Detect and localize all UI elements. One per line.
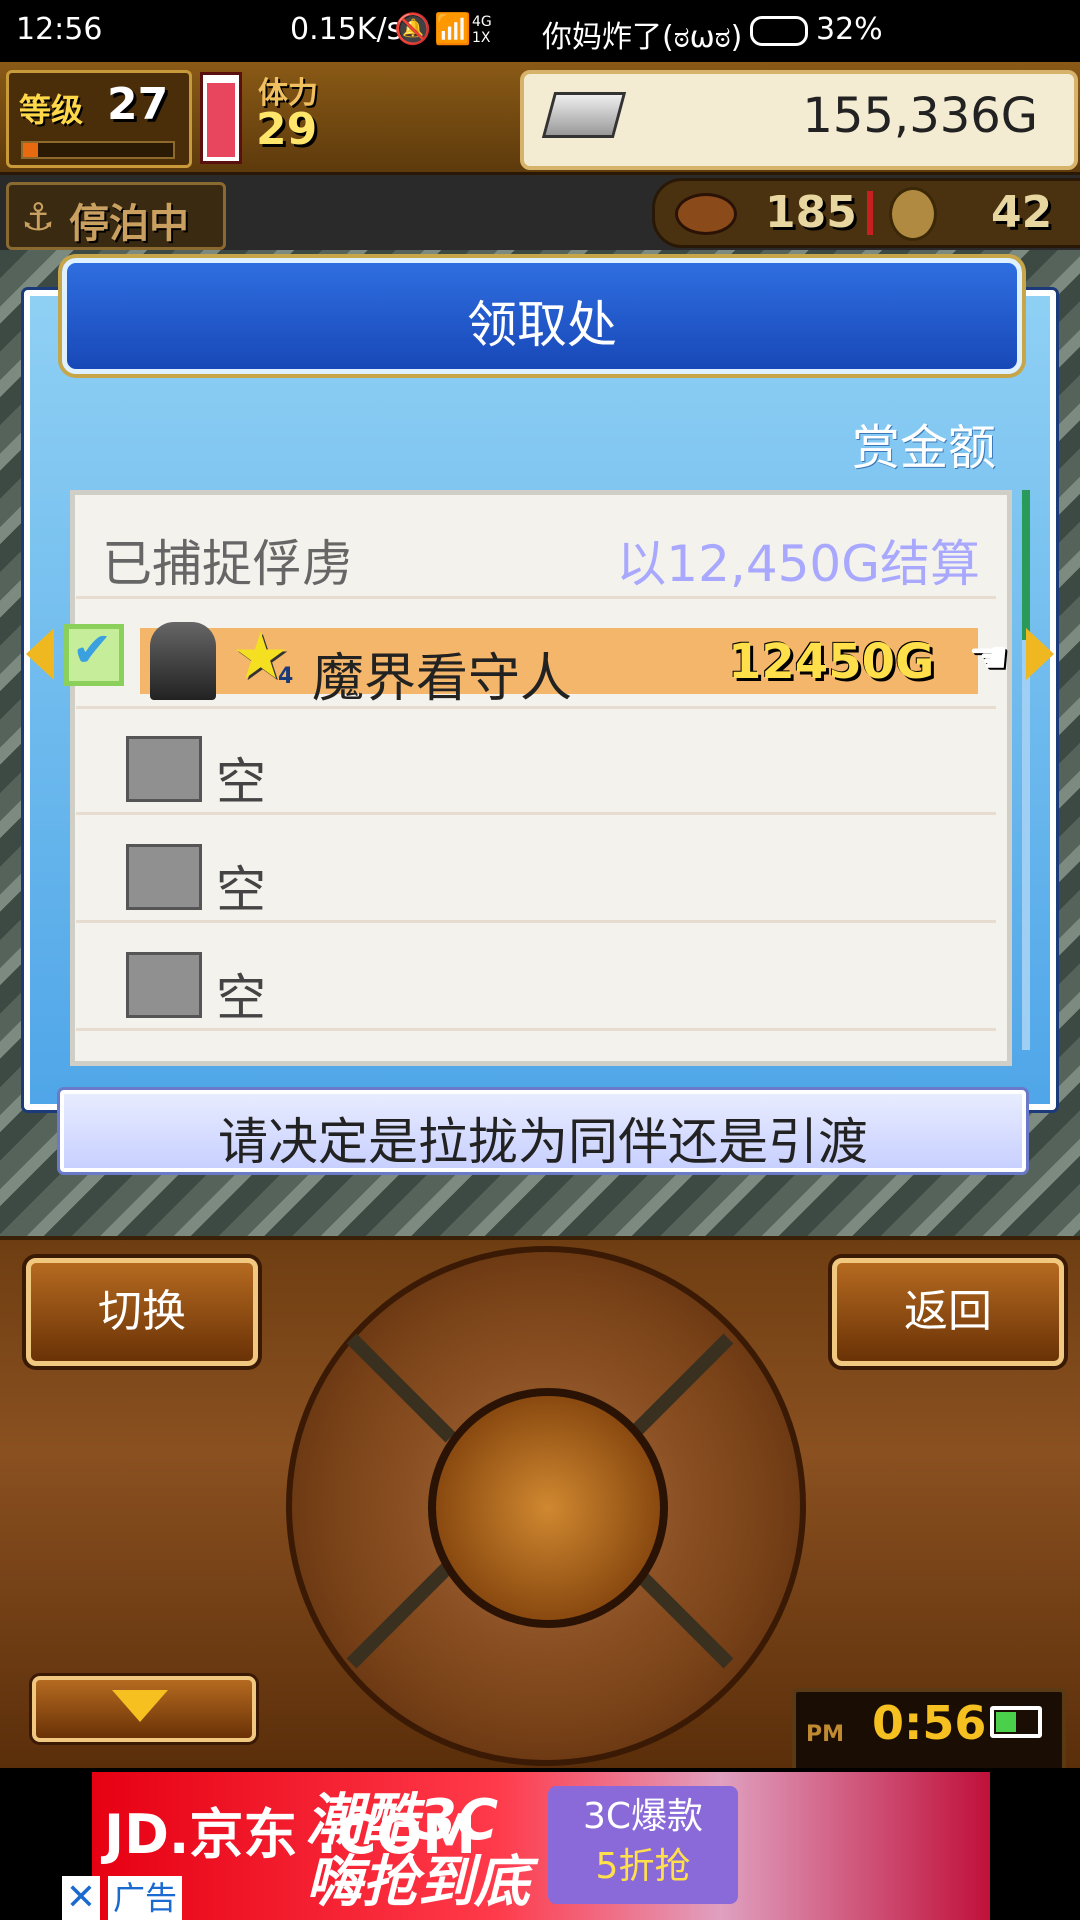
level-label: 等级 xyxy=(19,91,84,129)
message-text: 请决定是拉拢为同伴还是引渡 xyxy=(218,1113,868,1171)
network-type: 4G 1X xyxy=(472,14,492,46)
prisoner-name: 魔界看守人 xyxy=(312,649,573,709)
ad-slogan: 潮酷3C 嗨抢到底 xyxy=(306,1788,530,1915)
row-divider xyxy=(76,1028,996,1031)
empty-slot-checkbox[interactable] xyxy=(126,952,202,1018)
ad-promo-box: 3C爆款 5折抢 xyxy=(548,1786,738,1904)
bounty-column-header: 赏金额 xyxy=(851,420,996,476)
empty-slot-checkbox[interactable] xyxy=(126,844,202,910)
mute-icon: 🔕 xyxy=(394,12,432,47)
ad-close-button[interactable]: ✕ xyxy=(62,1876,100,1920)
gold-panel: 155,336G xyxy=(520,70,1078,170)
level-value: 27 xyxy=(107,79,169,130)
settlement-total: 以12,450G结算 xyxy=(616,535,980,593)
ad-promo-title: 3C爆款 xyxy=(582,1796,704,1837)
checkmark-icon: ✔ xyxy=(72,622,113,678)
knight-sprite-icon xyxy=(150,622,216,700)
empty-slot-label: 空 xyxy=(216,861,266,919)
prisoner-bounty: 12450G xyxy=(728,634,935,690)
anchor-icon: ⚓ xyxy=(21,195,56,239)
list-scrollbar-thumb[interactable] xyxy=(1022,490,1030,640)
top-hud: 等级 27 体力 29 155,336G xyxy=(0,62,1080,175)
row-divider xyxy=(76,812,996,815)
dialog-title-bar: 领取处 xyxy=(62,258,1022,374)
pointer-hand-icon: ☚ xyxy=(968,630,1010,684)
clock-ampm: PM xyxy=(806,1722,845,1747)
next-arrow-icon[interactable] xyxy=(1026,628,1054,680)
dpad-confirm-button[interactable] xyxy=(428,1388,668,1628)
star-rank-value: 4 xyxy=(278,664,294,689)
dialog-title: 领取处 xyxy=(467,296,617,354)
coin-icon xyxy=(889,187,937,241)
row-divider xyxy=(76,706,996,709)
stamina-fill xyxy=(207,83,235,157)
resource-panel: 185 42 xyxy=(652,178,1080,248)
captured-prisoners-label: 已捕捉俘虏 xyxy=(102,535,352,593)
silver-ingot-icon xyxy=(541,92,627,138)
coin-value: 42 xyxy=(991,187,1053,238)
docked-status: 停泊中 xyxy=(69,201,189,247)
docked-status-panel: ⚓ 停泊中 xyxy=(6,182,226,250)
battery-status-icon xyxy=(750,16,808,46)
meat-icon xyxy=(675,193,737,235)
network-speed: 0.15K/s xyxy=(290,12,403,47)
back-button[interactable]: 返回 xyxy=(832,1258,1064,1366)
carrier-name: 你妈炸了(ಠωಠ) xyxy=(542,20,743,55)
stamina-bar xyxy=(200,72,242,164)
wifi-icon: 📶 xyxy=(434,12,472,47)
level-progress-fill xyxy=(23,143,38,157)
stamina-value: 29 xyxy=(256,104,318,155)
ad-tag: 广告 xyxy=(108,1876,182,1920)
battery-percent: 32% xyxy=(816,12,883,47)
resource-divider xyxy=(867,191,873,235)
level-progress-bar xyxy=(21,141,175,159)
food-value: 185 xyxy=(765,187,857,238)
switch-button[interactable]: 切换 xyxy=(26,1258,258,1366)
down-arrow-icon xyxy=(112,1690,168,1722)
gold-value: 155,336G xyxy=(802,88,1038,144)
empty-slot-label: 空 xyxy=(216,753,266,811)
empty-slot-label: 空 xyxy=(216,969,266,1027)
status-time: 12:56 xyxy=(16,12,103,47)
clock-time: 0:56 xyxy=(872,1696,987,1750)
battery-level-fill xyxy=(996,1712,1016,1732)
status-bar: 12:56 0.15K/s 🔕 📶 4G 1X 你妈炸了(ಠωಠ) 32% xyxy=(0,0,1080,62)
row-divider xyxy=(76,920,996,923)
row-divider xyxy=(76,596,996,599)
level-panel: 等级 27 xyxy=(6,70,192,168)
ad-promo-sub: 5折抢 xyxy=(595,1846,691,1887)
previous-arrow-icon[interactable] xyxy=(26,628,54,680)
message-bar: 请决定是拉拢为同伴还是引渡 xyxy=(60,1090,1026,1172)
empty-slot-checkbox[interactable] xyxy=(126,736,202,802)
